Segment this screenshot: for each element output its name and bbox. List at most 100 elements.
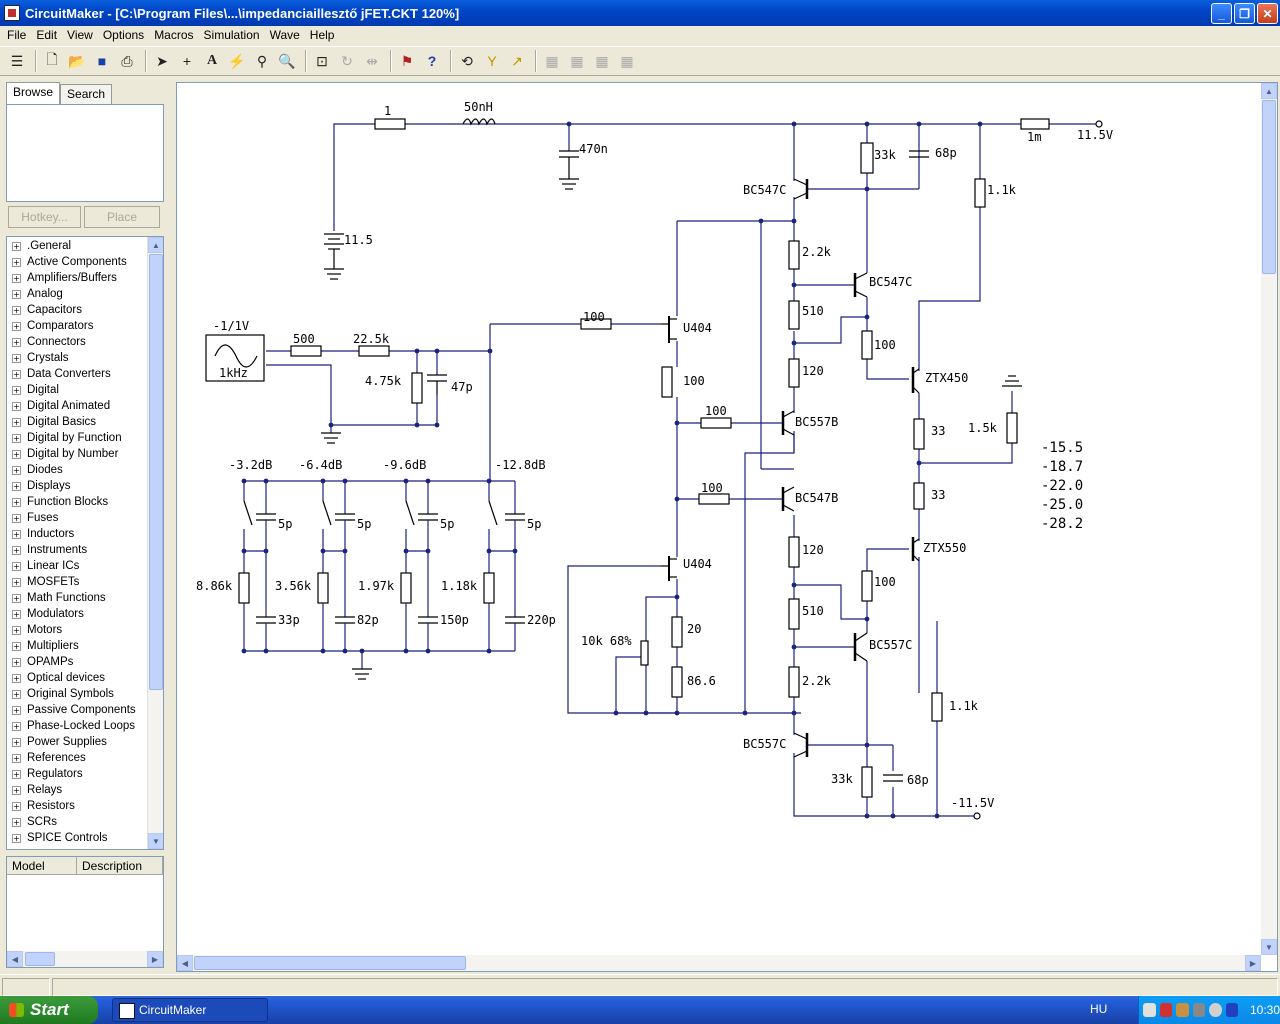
vplus-terminal[interactable] — [1095, 120, 1103, 128]
tree-item[interactable]: + Passive Components — [7, 702, 163, 718]
mirror-icon[interactable]: ⇹ — [361, 50, 383, 72]
minimize-button[interactable]: _ — [1211, 3, 1232, 24]
tree-item[interactable]: + Digital by Function — [7, 430, 163, 446]
tree-item[interactable]: + OPAMPs — [7, 654, 163, 670]
transistor-q3[interactable] — [781, 410, 795, 436]
run-icon[interactable]: ↗ — [506, 50, 528, 72]
restore-button[interactable]: ❐ — [1234, 3, 1255, 24]
expand-icon[interactable]: + — [12, 561, 21, 571]
expand-icon[interactable]: + — [12, 769, 21, 779]
schematic-drawing[interactable]: .w{stroke:#1a237e;stroke-width:1.2;fill:… — [177, 83, 1277, 971]
wand-tool-icon[interactable]: ⚲ — [251, 50, 273, 72]
resistor-33k-bot[interactable] — [861, 766, 873, 798]
group-icon-4[interactable]: ▦ — [616, 50, 638, 72]
resistor-500[interactable] — [290, 345, 322, 357]
expand-icon[interactable]: + — [12, 513, 21, 523]
tree-item[interactable]: + Diodes — [7, 462, 163, 478]
vminus-terminal[interactable] — [973, 812, 981, 820]
expand-icon[interactable]: + — [12, 417, 21, 427]
tree-item[interactable]: + Function Blocks — [7, 494, 163, 510]
place-button[interactable]: Place — [84, 206, 160, 228]
tree-item[interactable]: + Power Supplies — [7, 734, 163, 750]
menu-file[interactable]: File — [2, 28, 31, 42]
update-icon[interactable] — [1209, 1003, 1222, 1017]
network-icon[interactable] — [1143, 1003, 1156, 1017]
expand-icon[interactable]: + — [12, 241, 21, 251]
resistor-100-b[interactable] — [861, 330, 873, 360]
expand-icon[interactable]: + — [12, 817, 21, 827]
tree-item[interactable]: + Linear ICs — [7, 558, 163, 574]
resistor-100-q4[interactable] — [698, 493, 730, 505]
tree-item[interactable]: + Active Components — [7, 254, 163, 270]
tree-item[interactable]: + Modulators — [7, 606, 163, 622]
tree-item[interactable]: + Amplifiers/Buffers — [7, 270, 163, 286]
canvas-scroll-left-icon[interactable]: ◀ — [177, 955, 193, 971]
schematic-canvas[interactable]: .w{stroke:#1a237e;stroke-width:1.2;fill:… — [176, 82, 1278, 972]
attenuator-stage-1[interactable]: -3.2dB 5p 8.86k 33p — [196, 458, 300, 651]
menu-simulation[interactable]: Simulation — [199, 28, 265, 42]
transistor-q4[interactable] — [781, 486, 795, 512]
tree-item[interactable]: + .General — [7, 238, 163, 254]
resistor-120-bot[interactable] — [788, 536, 800, 568]
transistor-q7[interactable] — [911, 367, 920, 394]
expand-icon[interactable]: + — [12, 353, 21, 363]
menu-options[interactable]: Options — [98, 28, 149, 42]
expand-icon[interactable]: + — [12, 433, 21, 443]
expand-icon[interactable]: + — [12, 369, 21, 379]
resistor-86-6[interactable] — [671, 666, 683, 698]
rotate-icon[interactable]: ↻ — [336, 50, 358, 72]
start-button[interactable]: Start — [0, 996, 98, 1024]
resistor-4k75[interactable] — [411, 372, 423, 404]
description-column-header[interactable]: Description — [77, 857, 163, 875]
expand-icon[interactable]: + — [12, 689, 21, 699]
scroll-left-icon[interactable]: ◀ — [7, 951, 23, 967]
attenuator-resistor[interactable] — [400, 572, 412, 604]
expand-icon[interactable]: + — [12, 529, 21, 539]
menu-view[interactable]: View — [62, 28, 98, 42]
tree-item[interactable]: + Inductors — [7, 526, 163, 542]
canvas-scroll-down-icon[interactable]: ▼ — [1261, 939, 1277, 955]
transistor-q5[interactable] — [853, 632, 868, 662]
expand-icon[interactable]: + — [12, 753, 21, 763]
attenuator-resistor[interactable] — [483, 572, 495, 604]
scroll-down-icon[interactable]: ▼ — [148, 833, 163, 849]
save-icon[interactable]: ■ — [91, 50, 113, 72]
language-indicator[interactable]: HU — [1090, 1002, 1107, 1016]
attenuator-resistor[interactable] — [238, 572, 250, 604]
tree-item[interactable]: + Displays — [7, 478, 163, 494]
step-icon[interactable]: Y — [481, 50, 503, 72]
expand-icon[interactable]: + — [12, 337, 21, 347]
tree-item[interactable]: + Data Converters — [7, 366, 163, 382]
tree-item[interactable]: + Phase-Locked Loops — [7, 718, 163, 734]
expand-icon[interactable]: + — [12, 577, 21, 587]
tree-item[interactable]: + Fuses — [7, 510, 163, 526]
tree-item[interactable]: + Analog — [7, 286, 163, 302]
canvas-vscroll-thumb[interactable] — [1262, 100, 1276, 274]
resistor-100-bot[interactable] — [861, 570, 873, 602]
group-icon-1[interactable]: ▦ — [541, 50, 563, 72]
menu-wave[interactable]: Wave — [265, 28, 305, 42]
reset-icon[interactable]: ⟲ — [456, 50, 478, 72]
expand-icon[interactable]: + — [12, 705, 21, 715]
tree-scroll-thumb[interactable] — [149, 254, 163, 690]
model-scroll-thumb[interactable] — [25, 952, 55, 966]
resistor-1k5[interactable] — [1006, 412, 1018, 444]
group-icon-3[interactable]: ▦ — [591, 50, 613, 72]
expand-icon[interactable]: + — [12, 801, 21, 811]
expand-icon[interactable]: + — [12, 833, 21, 843]
resistor-2k2-bot[interactable] — [788, 666, 800, 698]
canvas-vscrollbar[interactable]: ▲ ▼ — [1261, 83, 1277, 955]
potentiometer[interactable] — [640, 640, 649, 666]
help-icon[interactable]: ? — [421, 50, 443, 72]
resistor-1k1-top[interactable] — [974, 178, 986, 208]
tab-search[interactable]: Search — [60, 84, 113, 104]
expand-icon[interactable]: + — [12, 593, 21, 603]
tree-scrollbar[interactable]: ▲ ▼ — [147, 237, 163, 849]
transistor-q2[interactable] — [853, 272, 868, 298]
expand-icon[interactable]: + — [12, 609, 21, 619]
expand-icon[interactable]: + — [12, 481, 21, 491]
resistor-100-fet[interactable] — [661, 366, 673, 398]
tree-item[interactable]: + SCRs — [7, 814, 163, 830]
zoom-tool-icon[interactable]: 🔍 — [276, 50, 298, 72]
tree-item[interactable]: + Resistors — [7, 798, 163, 814]
